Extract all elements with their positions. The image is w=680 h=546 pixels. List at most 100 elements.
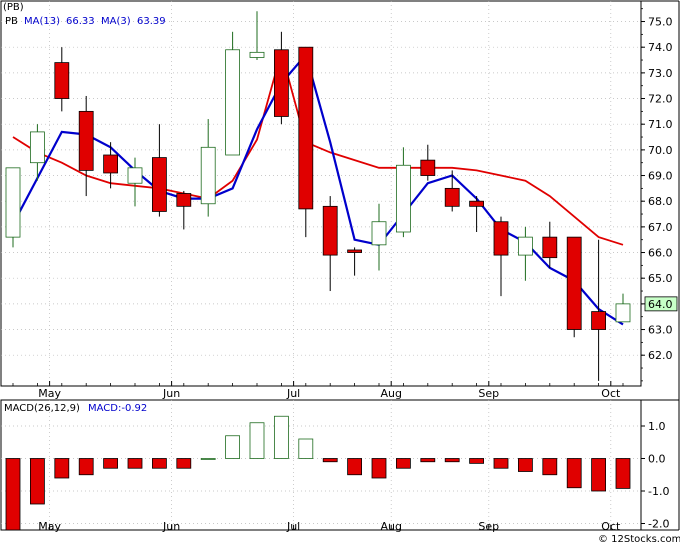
macd-bar-negative [176, 458, 192, 469]
legend-ticker: PB [5, 16, 18, 27]
price-y-tick-label: 65.0 [648, 272, 673, 285]
macd-y-tick-label: -1.0 [648, 485, 669, 498]
macd-bar-negative [395, 458, 411, 469]
macd-y-tick-label: -2.0 [648, 518, 669, 531]
candle-body-down [176, 193, 192, 207]
price-y-tick-label: 62.0 [648, 349, 673, 362]
macd-legend: MACD(26,12,9) MACD:-0.92 [4, 403, 147, 414]
candle-body-up [395, 164, 411, 233]
candle-body-down [151, 157, 167, 212]
price-y-tick-label: 72.0 [648, 93, 673, 106]
macd-bar-negative [542, 458, 558, 476]
macd-bar-positive [298, 438, 314, 459]
candle [566, 236, 582, 338]
price-y-tick-label: 71.0 [648, 118, 673, 131]
price-x-month-label: Jun [162, 387, 180, 400]
macd-x-month-label: Jun [162, 520, 180, 533]
price-y-tick-label: 66.0 [648, 247, 673, 260]
macd-bar-negative [493, 458, 509, 469]
price-y-tick-label: 68.0 [648, 195, 673, 208]
macd-bar-positive [200, 458, 216, 460]
price-x-month-label: May [38, 387, 61, 400]
candle-body-down [54, 62, 70, 99]
macd-bar-negative [371, 458, 387, 479]
price-y-tick-label: 73.0 [648, 67, 673, 80]
macd-bar-negative [566, 458, 582, 489]
candle-body-down [469, 200, 485, 207]
macd-x-month-label: Aug [380, 520, 401, 533]
macd-bar-negative [78, 458, 94, 476]
price-y-tick-label: 69.0 [648, 170, 673, 183]
macd-bar-negative [151, 458, 167, 469]
legend-ma13-label: MA(13) [24, 16, 60, 27]
price-y-tick-label: 63.0 [648, 324, 673, 337]
candle-body-up [518, 236, 533, 256]
candle-body-down [103, 154, 118, 174]
price-chart-title: (PB) [3, 2, 24, 13]
candle-body-down [566, 236, 582, 330]
candle-body-down [542, 236, 558, 259]
price-x-month-label: Oct [601, 387, 621, 400]
candle-body-up [615, 303, 631, 323]
copyright-footer: © 12Stocks.com [598, 534, 680, 545]
price-y-tick-label: 74.0 [648, 41, 673, 54]
candle-body-up [5, 167, 21, 238]
macd-y-axis: 1.0 0.0 -1.0 -2.0 [641, 420, 669, 531]
candle-body-up [127, 167, 143, 184]
macd-bar-positive [249, 422, 265, 459]
macd-bar-negative [29, 458, 45, 505]
candle [298, 46, 314, 238]
macd-bar-negative [591, 458, 606, 492]
macd-bar-negative [322, 458, 338, 463]
candle-body-down [493, 221, 509, 256]
price-y-tick-label: 75.0 [648, 16, 673, 29]
macd-bar-negative [5, 458, 21, 531]
price-x-month-label: Jul [286, 387, 300, 400]
chart-canvas: 62.0 63.0 64.0 65.0 66.0 67.0 68.0 69.0 70.0 71.0… [0, 0, 680, 545]
macd-bar-negative [615, 458, 631, 489]
macd-bar-positive [225, 435, 241, 459]
price-y-axis: 62.0 63.0 64.0 65.0 66.0 67.0 68.0 69.0 70.0 71.0… [641, 8, 673, 382]
price-y-tick-label: 67.0 [648, 221, 673, 234]
candle-body-down [322, 205, 338, 256]
macd-x-month-label: Sep [478, 520, 499, 533]
macd-bar-negative [127, 458, 143, 469]
macd-bar-negative [54, 458, 70, 479]
candle [225, 31, 241, 156]
candle-body-down [78, 110, 94, 171]
legend-ma3-label: MA(3) [101, 16, 131, 27]
price-x-month-label: Aug [380, 387, 401, 400]
macd-bar-negative [103, 458, 118, 469]
candle-body-down [444, 187, 460, 207]
candle-body-down [420, 159, 436, 176]
macd-x-month-label: Oct [601, 520, 621, 533]
macd-bar-negative [469, 458, 485, 464]
macd-value: MACD:-0.92 [88, 403, 147, 414]
macd-panel: 1.0 0.0 -1.0 -2.0 May Jun Jul Aug Sep Oct MACD(2… [0, 399, 680, 533]
candle-body-up [249, 51, 265, 58]
candle [5, 167, 21, 248]
macd-bar-negative [444, 458, 460, 463]
candle-body-down [273, 49, 289, 117]
candle-body-up [29, 131, 45, 164]
candle-body-up [200, 146, 216, 205]
candle-body-up [371, 221, 387, 246]
price-panel: 62.0 63.0 64.0 65.0 66.0 67.0 68.0 69.0 70.0 71.0… [0, 0, 680, 400]
candle-body-down [347, 249, 363, 253]
macd-bar-negative [518, 458, 533, 472]
macd-x-month-label: May [38, 520, 61, 533]
price-y-tick-label: 70.0 [648, 144, 673, 157]
macd-x-month-label: Jul [286, 520, 300, 533]
price-x-month-label: Sep [478, 387, 499, 400]
macd-y-tick-label: 0.0 [648, 453, 666, 466]
candle-body-down [591, 311, 606, 330]
macd-bar-negative [420, 458, 436, 463]
macd-bar-positive [273, 415, 289, 459]
macd-bar-negative [347, 458, 363, 476]
macd-y-tick-label: 1.0 [648, 420, 666, 433]
last-price-label: 64.0 [648, 298, 673, 311]
macd-title: MACD(26,12,9) [4, 403, 80, 414]
last-price-box: 64.0 [644, 296, 678, 312]
candle-body-up [225, 49, 241, 156]
legend-ma3-value: 63.39 [137, 16, 166, 27]
